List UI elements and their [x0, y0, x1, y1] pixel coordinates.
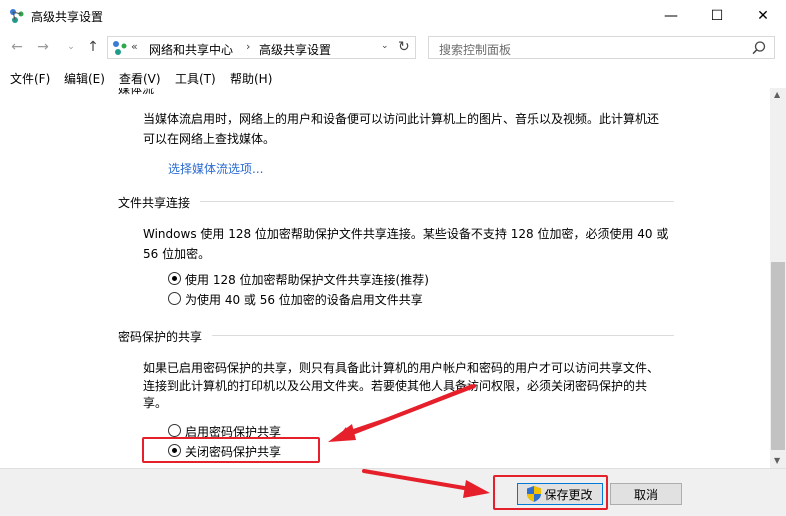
- encryption-40-56-radio[interactable]: [168, 292, 181, 305]
- scrollbar-thumb[interactable]: [771, 262, 785, 450]
- recent-locations-icon[interactable]: ⌄: [62, 38, 80, 56]
- scroll-down-arrow-icon[interactable]: ▼: [774, 456, 780, 465]
- window-title: 高级共享设置: [31, 10, 104, 24]
- network-icon: [113, 41, 127, 55]
- forward-arrow-icon[interactable]: →: [34, 38, 52, 56]
- search-placeholder[interactable]: 搜索控制面板: [439, 41, 511, 58]
- navigation-bar: ← → ⌄ ↑ « 网络和共享中心 › 高级共享设置 ⌄ ↻ 搜索控制面板: [0, 32, 786, 62]
- scroll-up-arrow-icon[interactable]: ▲: [774, 90, 780, 99]
- network-icon: [10, 9, 24, 23]
- media-streaming-heading: 媒体流: [118, 88, 155, 96]
- menu-view[interactable]: 查看(V): [119, 70, 161, 87]
- file-sharing-description-line1: Windows 使用 128 位加密帮助保护文件共享连接。某些设备不支持 128…: [143, 227, 669, 241]
- close-button[interactable]: ✕: [740, 0, 786, 32]
- breadcrumb-overflow-icon[interactable]: «: [131, 40, 138, 53]
- password-description-line1: 如果已启用密码保护的共享，则只有具备此计算机的用户帐户和密码的用户才可以访问共享…: [143, 361, 660, 375]
- back-arrow-icon[interactable]: ←: [8, 38, 26, 56]
- maximize-button[interactable]: ☐: [694, 0, 740, 32]
- up-arrow-icon[interactable]: ↑: [84, 38, 102, 56]
- password-description-line2: 连接到此计算机的打印机以及公用文件夹。若要使其他人具备访问权限，必须关闭密码保护…: [143, 379, 648, 393]
- button-bar: 保存更改 取消: [0, 468, 786, 516]
- minimize-button[interactable]: —: [648, 0, 694, 32]
- media-streaming-options-link[interactable]: 选择媒体流选项...: [168, 160, 263, 177]
- menu-tools[interactable]: 工具(T): [175, 70, 216, 87]
- cancel-button[interactable]: 取消: [610, 483, 682, 505]
- section-divider: [200, 201, 674, 202]
- file-sharing-heading: 文件共享连接: [118, 196, 191, 210]
- menu-file[interactable]: 文件(F): [10, 70, 50, 87]
- menu-help[interactable]: 帮助(H): [230, 70, 272, 87]
- file-sharing-description-line2: 56 位加密。: [143, 247, 211, 261]
- encryption-128-radio[interactable]: [168, 272, 181, 285]
- breadcrumb-separator-icon[interactable]: ›: [246, 40, 250, 53]
- media-description-line2: 可以在网络上查找媒体。: [143, 132, 276, 146]
- annotation-highlight-box: [142, 437, 320, 463]
- encryption-128-label[interactable]: 使用 128 位加密帮助保护文件共享连接(推荐): [185, 271, 429, 288]
- title-bar: 高级共享设置 — ☐ ✕: [0, 0, 786, 32]
- breadcrumb-network-center[interactable]: 网络和共享中心: [149, 41, 233, 58]
- address-dropdown-icon[interactable]: ⌄: [381, 41, 389, 51]
- address-bar[interactable]: « 网络和共享中心 › 高级共享设置 ⌄ ↻: [107, 36, 416, 59]
- search-icon[interactable]: [751, 40, 767, 56]
- encryption-40-56-label[interactable]: 为使用 40 或 56 位加密的设备启用文件共享: [185, 291, 423, 308]
- menu-edit[interactable]: 编辑(E): [64, 70, 105, 87]
- menu-bar: 文件(F) 编辑(E) 查看(V) 工具(T) 帮助(H): [0, 66, 786, 88]
- media-description-line1: 当媒体流启用时，网络上的用户和设备便可以访问此计算机上的图片、音乐以及视频。此计…: [143, 112, 660, 126]
- enable-password-sharing-radio[interactable]: [168, 424, 181, 437]
- password-description-line3: 享。: [143, 396, 168, 410]
- breadcrumb-advanced-sharing[interactable]: 高级共享设置: [259, 41, 331, 58]
- search-box[interactable]: 搜索控制面板: [428, 36, 775, 59]
- annotation-highlight-box: [493, 475, 608, 510]
- refresh-icon[interactable]: ↻: [398, 39, 410, 55]
- password-sharing-heading: 密码保护的共享: [118, 330, 203, 344]
- vertical-scrollbar[interactable]: ▲ ▼: [770, 88, 786, 468]
- section-divider: [212, 335, 674, 336]
- settings-content: 媒体流 当媒体流启用时，网络上的用户和设备便可以访问此计算机上的图片、音乐以及视…: [0, 88, 770, 468]
